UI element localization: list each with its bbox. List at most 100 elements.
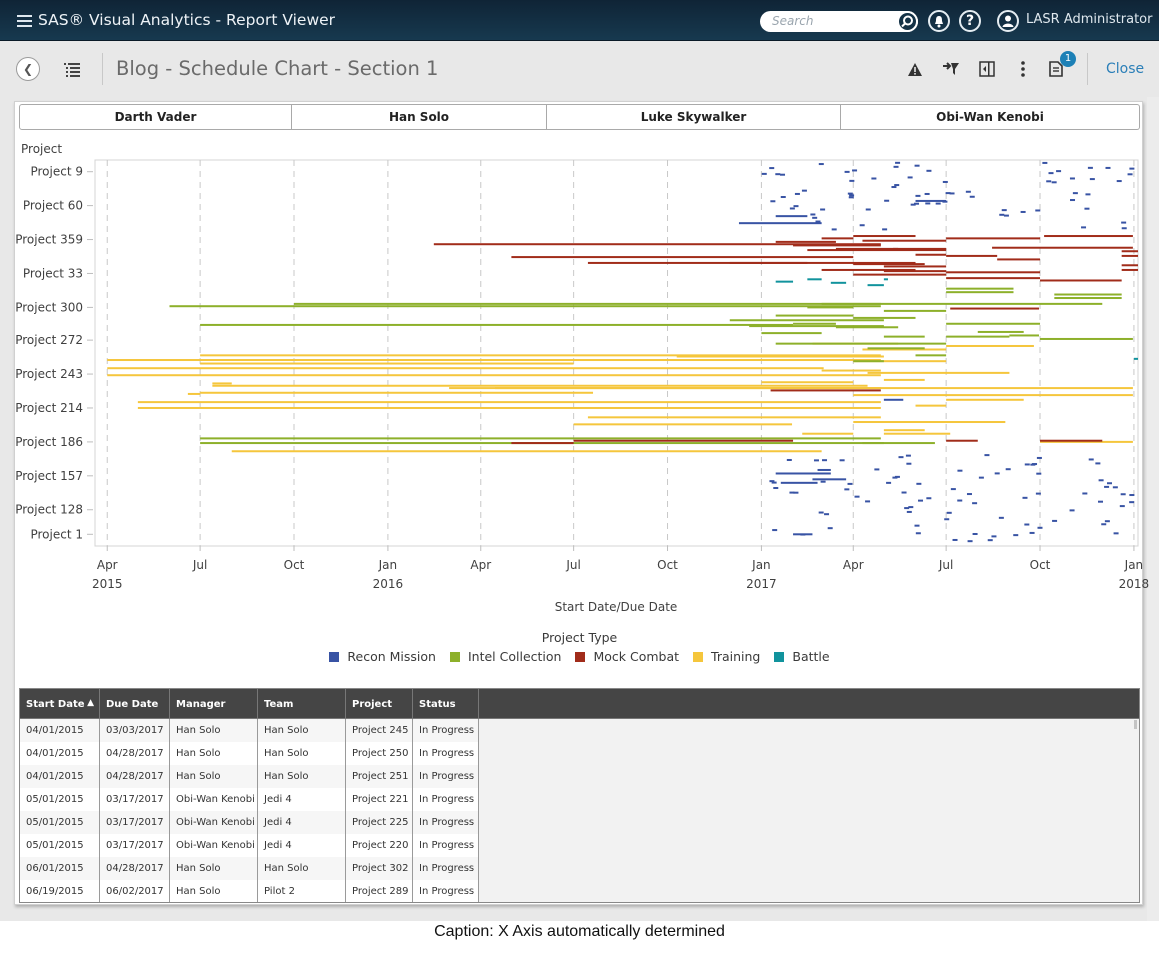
schedule-bar-intel-collection[interactable] <box>1009 334 1040 337</box>
schedule-bar-training[interactable] <box>231 450 822 453</box>
schedule-bar-mock-combat[interactable] <box>915 253 947 256</box>
schedule-bar-recon-mission[interactable] <box>882 228 888 231</box>
schedule-bar-recon-mission[interactable] <box>771 481 777 484</box>
schedule-bar-mock-combat[interactable] <box>775 240 836 243</box>
schedule-bar-training[interactable] <box>573 423 793 426</box>
schedule-bar-recon-mission[interactable] <box>794 192 800 195</box>
schedule-bar-recon-mission[interactable] <box>1072 192 1078 195</box>
schedule-bar-recon-mission[interactable] <box>738 222 822 225</box>
schedule-bar-intel-collection[interactable] <box>821 302 881 305</box>
schedule-bar-recon-mission[interactable] <box>865 208 871 211</box>
schedule-bar-recon-mission[interactable] <box>966 493 972 496</box>
schedule-bar-recon-mission[interactable] <box>918 499 924 502</box>
schedule-bar-intel-collection[interactable] <box>200 437 881 440</box>
schedule-bar-intel-collection[interactable] <box>200 323 794 326</box>
schedule-bar-recon-mission[interactable] <box>772 529 778 532</box>
schedule-bar-recon-mission[interactable] <box>801 189 807 192</box>
schedule-bar-recon-mission[interactable] <box>1030 463 1036 466</box>
schedule-bar-intel-collection[interactable] <box>761 332 822 335</box>
table-row[interactable]: 05/01/2015 03/17/2017 Obi-Wan Kenobi Jedi 4… <box>20 788 1139 811</box>
schedule-bar-training[interactable] <box>915 404 947 407</box>
schedule-bar-training[interactable] <box>200 362 574 365</box>
schedule-bar-recon-mission[interactable] <box>1113 532 1119 535</box>
schedule-bar-training[interactable] <box>867 371 1010 374</box>
column-header-project[interactable]: Project <box>346 689 413 719</box>
legend-item-intel-collection[interactable]: Intel Collection <box>449 649 561 664</box>
schedule-bar-mock-combat[interactable] <box>997 258 1041 261</box>
schedule-bar-recon-mission[interactable] <box>1101 523 1107 526</box>
schedule-bar-mock-combat[interactable] <box>950 307 1040 310</box>
schedule-bar-recon-mission[interactable] <box>1036 456 1042 459</box>
schedule-bar-mock-combat[interactable] <box>946 439 978 442</box>
schedule-bar-recon-mission[interactable] <box>915 532 921 535</box>
schedule-bar-recon-mission[interactable] <box>969 195 975 198</box>
schedule-bar-mock-combat[interactable] <box>853 273 947 276</box>
schedule-bar-recon-mission[interactable] <box>1048 172 1054 175</box>
schedule-bar-recon-mission[interactable] <box>812 478 847 481</box>
schedule-bar-training[interactable] <box>449 387 1133 390</box>
schedule-bar-recon-mission[interactable] <box>818 163 824 166</box>
schedule-bar-recon-mission[interactable] <box>1120 493 1126 496</box>
schedule-bar-intel-collection[interactable] <box>775 314 854 317</box>
legend-item-battle[interactable]: Battle <box>774 649 830 664</box>
schedule-bar-recon-mission[interactable] <box>1129 501 1135 504</box>
schedule-bar-recon-mission[interactable] <box>1085 193 1091 196</box>
schedule-bar-training[interactable] <box>802 432 854 435</box>
schedule-bar-intel-collection[interactable] <box>883 335 925 338</box>
schedule-bar-recon-mission[interactable] <box>800 533 806 536</box>
schedule-bar-training[interactable] <box>853 421 1006 424</box>
schedule-bar-mock-combat[interactable] <box>793 244 881 247</box>
schedule-bar-training[interactable] <box>107 367 824 370</box>
schedule-bar-training[interactable] <box>137 401 881 404</box>
schedule-bar-recon-mission[interactable] <box>844 170 850 173</box>
schedule-bar-recon-mission[interactable] <box>1082 492 1088 495</box>
table-row[interactable]: 04/01/2015 03/03/2017 Han Solo Han Solo Proj… <box>20 719 1139 742</box>
schedule-bar-recon-mission[interactable] <box>950 488 956 491</box>
table-row[interactable]: 05/01/2015 03/17/2017 Obi-Wan Kenobi Jedi 4… <box>20 811 1139 834</box>
schedule-bar-intel-collection[interactable] <box>946 287 1014 290</box>
schedule-bar-recon-mission[interactable] <box>987 539 993 542</box>
schedule-bar-recon-mission[interactable] <box>999 213 1005 216</box>
column-header-manager[interactable]: Manager <box>170 689 258 719</box>
schedule-bar-mock-combat[interactable] <box>1121 250 1138 253</box>
schedule-bar-mock-combat[interactable] <box>1044 235 1133 238</box>
schedule-bar-recon-mission[interactable] <box>854 495 860 498</box>
schedule-bar-recon-mission[interactable] <box>1029 531 1035 534</box>
schedule-bar-recon-mission[interactable] <box>1042 161 1048 164</box>
schedule-bar-recon-mission[interactable] <box>904 507 910 510</box>
schedule-bar-recon-mission[interactable] <box>874 468 880 471</box>
schedule-bar-training[interactable] <box>883 432 951 435</box>
legend-item-training[interactable]: Training <box>693 649 760 664</box>
schedule-bar-training[interactable] <box>587 416 881 419</box>
schedule-bar-recon-mission[interactable] <box>1037 526 1043 529</box>
schedule-bar-recon-mission[interactable] <box>1105 166 1111 169</box>
schedule-bar-intel-collection[interactable] <box>169 305 881 308</box>
schedule-bar-recon-mission[interactable] <box>1022 496 1028 499</box>
schedule-bar-battle[interactable] <box>867 284 884 287</box>
schedule-bar-recon-mission[interactable] <box>946 511 952 514</box>
schedule-bar-mock-combat[interactable] <box>946 254 998 257</box>
schedule-bar-recon-mission[interactable] <box>978 476 984 479</box>
column-header-team[interactable]: Team <box>258 689 346 719</box>
schedule-bar-recon-mission[interactable] <box>972 502 978 505</box>
schedule-bar-mock-combat[interactable] <box>853 263 925 266</box>
schedule-bar-recon-mission[interactable] <box>847 192 853 195</box>
schedule-bar-battle[interactable] <box>775 280 794 283</box>
schedule-bar-mock-combat[interactable] <box>1121 268 1138 271</box>
schedule-bar-intel-collection[interactable] <box>946 291 1014 294</box>
schedule-bar-recon-mission[interactable] <box>1104 485 1110 488</box>
schedule-bar-recon-mission[interactable] <box>818 511 824 514</box>
schedule-bar-intel-collection[interactable] <box>1040 337 1133 340</box>
schedule-bar-recon-mission[interactable] <box>761 172 767 175</box>
schedule-bar-intel-collection[interactable] <box>867 347 925 350</box>
legend-item-recon-mission[interactable]: Recon Mission <box>329 649 436 664</box>
schedule-bar-recon-mission[interactable] <box>865 500 871 503</box>
schedule-chart[interactable]: Project Start Date/Due Date Apr 2015 Jul Oc… <box>0 0 1159 625</box>
schedule-bar-intel-collection[interactable] <box>946 322 1041 325</box>
schedule-bar-recon-mission[interactable] <box>775 472 831 475</box>
schedule-bar-recon-mission[interactable] <box>1129 167 1135 170</box>
schedule-bar-recon-mission[interactable] <box>915 194 921 197</box>
schedule-bar-recon-mission[interactable] <box>926 497 932 500</box>
schedule-bar-recon-mission[interactable] <box>1035 492 1041 495</box>
schedule-bar-recon-mission[interactable] <box>883 398 904 401</box>
